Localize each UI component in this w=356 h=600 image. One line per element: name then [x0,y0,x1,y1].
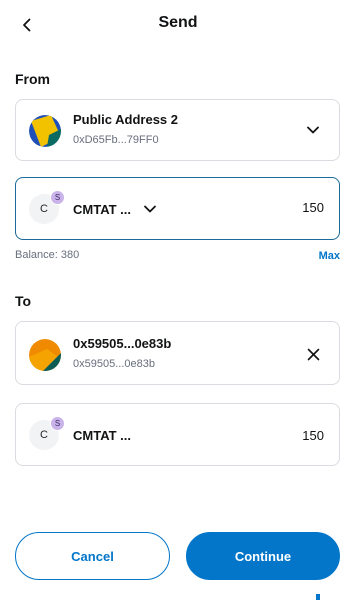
underlying-content-edge [316,594,320,600]
from-token-letter: C [40,203,48,215]
from-badge-letter: S [54,193,61,202]
clear-recipient-button[interactable] [301,342,325,366]
close-icon [307,348,319,360]
page-title: Send [158,14,198,31]
from-label: From [15,71,50,87]
to-amount: 150 [302,428,324,443]
from-network-badge: S [50,190,65,205]
from-account-avatar [29,115,61,147]
from-account-dropdown[interactable] [301,118,325,142]
chevron-down-icon [307,126,319,134]
from-asset-amount-field[interactable]: C S CMTAT ... [15,177,340,240]
to-badge-letter: S [54,419,61,428]
header: Send [0,0,356,48]
recipient-address: 0x59505...0e83b [73,358,155,370]
recipient-name: 0x59505...0e83b [73,336,172,351]
from-account-selector[interactable]: Public Address 2 0xD65Fb...79FF0 [15,99,340,161]
to-token-letter: C [40,429,48,441]
max-button[interactable]: Max [319,250,340,262]
balance-text: Balance: 380 [15,249,80,261]
send-page: Send From Public Address 2 0xD65Fb...79F… [0,0,356,600]
chevron-down-icon [144,205,156,213]
cancel-button[interactable]: Cancel [15,532,170,580]
amount-input[interactable] [264,200,324,215]
recipient-avatar [29,339,61,371]
to-network-badge: S [50,416,65,431]
to-token-symbol: CMTAT ... [73,428,132,443]
recipient-field[interactable]: 0x59505...0e83b 0x59505...0e83b [15,321,340,385]
continue-button[interactable]: Continue [186,532,340,580]
from-token-symbol: CMTAT ... [73,202,132,217]
token-selector-dropdown[interactable] [138,197,162,221]
to-asset-display: C S CMTAT ... 150 [15,403,340,466]
from-account-name: Public Address 2 [73,112,178,127]
from-account-address: 0xD65Fb...79FF0 [73,134,159,146]
to-label: To [15,293,32,309]
